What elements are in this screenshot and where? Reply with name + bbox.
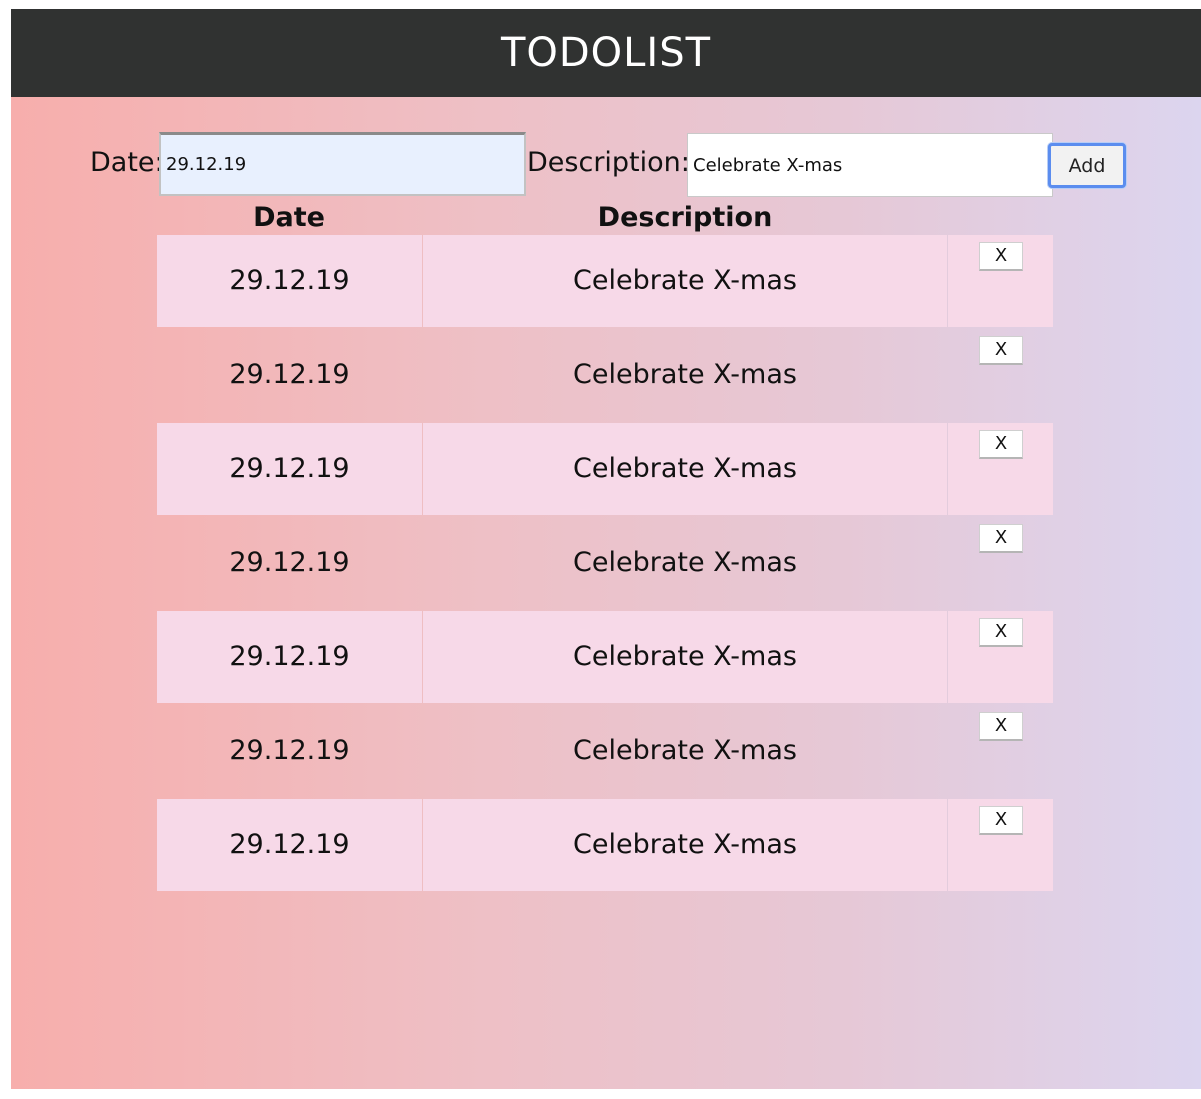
date-cell: 29.12.19	[157, 423, 422, 515]
description-cell: Celebrate X-mas	[423, 235, 947, 327]
description-cell: Celebrate X-mas	[423, 329, 947, 421]
description-label: Description:	[527, 147, 690, 178]
column-header-date: Date	[253, 202, 325, 233]
row-description: Celebrate X-mas	[573, 735, 797, 766]
date-label: Date:	[90, 147, 164, 178]
row-description: Celebrate X-mas	[573, 359, 797, 390]
row-description: Celebrate X-mas	[573, 453, 797, 484]
row-description: Celebrate X-mas	[573, 265, 797, 296]
delete-button[interactable]: X	[979, 618, 1023, 647]
delete-button[interactable]: X	[979, 806, 1023, 835]
delete-button[interactable]: X	[979, 524, 1023, 553]
row-date: 29.12.19	[229, 735, 350, 766]
date-cell: 29.12.19	[157, 611, 422, 703]
description-cell: Celebrate X-mas	[423, 517, 947, 609]
row-description: Celebrate X-mas	[573, 829, 797, 860]
row-date: 29.12.19	[229, 829, 350, 860]
description-cell: Celebrate X-mas	[423, 705, 947, 797]
app-header: TODOLIST	[11, 9, 1201, 97]
table-row: 29.12.19 Celebrate X-mas X	[157, 799, 1053, 891]
row-date: 29.12.19	[229, 359, 350, 390]
date-cell: 29.12.19	[157, 329, 422, 421]
row-description: Celebrate X-mas	[573, 641, 797, 672]
table-row: 29.12.19 Celebrate X-mas X	[157, 517, 1053, 609]
description-cell: Celebrate X-mas	[423, 799, 947, 891]
description-cell: Celebrate X-mas	[423, 611, 947, 703]
table-row: 29.12.19 Celebrate X-mas X	[157, 611, 1053, 703]
table-row: 29.12.19 Celebrate X-mas X	[157, 423, 1053, 515]
todo-app: TODOLIST Date: Description: Add Date Des…	[11, 9, 1201, 1089]
description-input[interactable]	[687, 133, 1053, 197]
row-date: 29.12.19	[229, 641, 350, 672]
row-date: 29.12.19	[229, 453, 350, 484]
date-cell: 29.12.19	[157, 235, 422, 327]
row-date: 29.12.19	[229, 265, 350, 296]
date-cell: 29.12.19	[157, 517, 422, 609]
table-row: 29.12.19 Celebrate X-mas X	[157, 329, 1053, 421]
description-cell: Celebrate X-mas	[423, 423, 947, 515]
row-description: Celebrate X-mas	[573, 547, 797, 578]
date-cell: 29.12.19	[157, 705, 422, 797]
delete-button[interactable]: X	[979, 430, 1023, 459]
date-cell: 29.12.19	[157, 799, 422, 891]
table-row: 29.12.19 Celebrate X-mas X	[157, 705, 1053, 797]
column-header-description: Description	[597, 202, 773, 233]
delete-button[interactable]: X	[979, 336, 1023, 365]
add-button[interactable]: Add	[1048, 143, 1126, 188]
row-date: 29.12.19	[229, 547, 350, 578]
delete-button[interactable]: X	[979, 712, 1023, 741]
delete-button[interactable]: X	[979, 242, 1023, 271]
date-input[interactable]	[159, 132, 526, 196]
app-title: TODOLIST	[500, 30, 712, 76]
table-row: 29.12.19 Celebrate X-mas X	[157, 235, 1053, 327]
